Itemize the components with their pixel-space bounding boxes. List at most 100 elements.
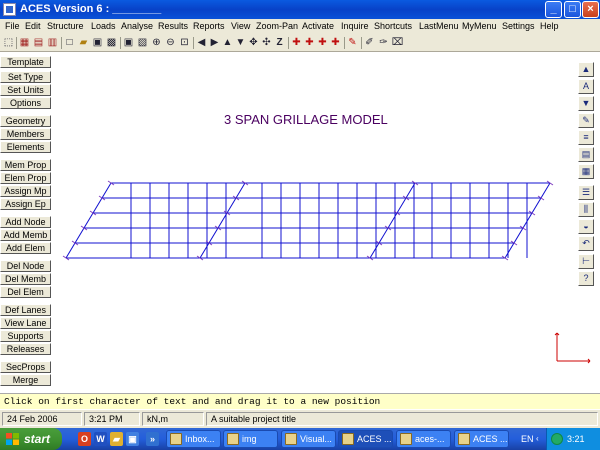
- select-icon[interactable]: ✎: [346, 36, 359, 50]
- task-aces[interactable]: ACES ...: [454, 430, 509, 448]
- del-node-button[interactable]: Del Node: [0, 260, 51, 272]
- help-icon[interactable]: ?: [578, 271, 594, 286]
- desktop-icon[interactable]: ▣: [126, 432, 139, 446]
- del-memb-button[interactable]: Del Memb: [0, 273, 51, 285]
- z-icon[interactable]: Z: [273, 36, 286, 50]
- app-icon[interactable]: [3, 3, 16, 16]
- menu-activate[interactable]: Activate: [302, 21, 334, 31]
- pointer-icon[interactable]: ⬚: [2, 36, 15, 50]
- grid-icon[interactable]: ▥: [46, 36, 59, 50]
- pan-icon[interactable]: ✥: [247, 36, 260, 50]
- menu-settings[interactable]: Settings: [502, 21, 535, 31]
- menu-mymenu[interactable]: MyMenu: [462, 21, 497, 31]
- support-icon[interactable]: ✚: [329, 36, 342, 50]
- task-aces-folder[interactable]: aces-...: [396, 430, 451, 448]
- menu-zoom-pan[interactable]: Zoom-Pan: [256, 21, 298, 31]
- elem-prop-button[interactable]: Elem Prop: [0, 172, 51, 184]
- rotate-icon[interactable]: ✣: [260, 36, 273, 50]
- measure-icon[interactable]: ✐: [363, 36, 376, 50]
- assign-ep-button[interactable]: Assign Ep: [0, 198, 51, 210]
- menu-edit[interactable]: Edit: [25, 21, 41, 31]
- text-edit-icon[interactable]: A: [578, 79, 594, 94]
- table-icon[interactable]: ▦: [578, 164, 594, 179]
- arrow-right-icon[interactable]: ▶: [208, 36, 221, 50]
- mem-prop-button[interactable]: Mem Prop: [0, 159, 51, 171]
- drawing-canvas[interactable]: [52, 52, 576, 393]
- geometry-button[interactable]: Geometry: [0, 115, 51, 127]
- zoom-window-icon[interactable]: ▤: [32, 36, 45, 50]
- text-icon[interactable]: ✑: [377, 36, 390, 50]
- elements-button[interactable]: Elements: [0, 141, 51, 153]
- move-down-icon[interactable]: ▼: [578, 96, 594, 111]
- save-icon[interactable]: ▣: [91, 36, 104, 50]
- zoom-out-icon[interactable]: ⊖: [164, 36, 177, 50]
- members-button[interactable]: Members: [0, 128, 51, 140]
- open-folder-icon[interactable]: ▰: [77, 36, 90, 50]
- pen-icon[interactable]: ✎: [578, 113, 594, 128]
- start-button[interactable]: start: [0, 428, 62, 450]
- beam-icon[interactable]: ☰: [578, 185, 594, 200]
- arrow-down-icon[interactable]: ▼: [234, 36, 247, 50]
- tile-icon[interactable]: ▦: [18, 36, 31, 50]
- menu-results[interactable]: Results: [158, 21, 188, 31]
- undo-icon[interactable]: ↶: [578, 236, 594, 251]
- menu-lastmenu[interactable]: LastMenu: [419, 21, 459, 31]
- add-elem-button[interactable]: Add Elem: [0, 242, 51, 254]
- outlook-icon[interactable]: O: [78, 432, 91, 446]
- column-icon[interactable]: ⫼: [578, 202, 594, 217]
- task-inbox[interactable]: Inbox...: [166, 430, 221, 448]
- menu-analyse[interactable]: Analyse: [121, 21, 153, 31]
- print-icon[interactable]: ▩: [105, 36, 118, 50]
- del-elem-button[interactable]: Del Elem: [0, 286, 51, 298]
- window-icon[interactable]: ▤: [578, 147, 594, 162]
- dimension-icon[interactable]: ⊢: [578, 254, 594, 269]
- menu-file[interactable]: File: [5, 21, 20, 31]
- word-icon[interactable]: W: [94, 432, 107, 446]
- view-icon[interactable]: ▣: [122, 36, 135, 50]
- element-icon[interactable]: ✚: [316, 36, 329, 50]
- template-button[interactable]: Template: [0, 56, 51, 68]
- close-button[interactable]: ×: [582, 1, 599, 18]
- menu-shortcuts[interactable]: Shortcuts: [374, 21, 412, 31]
- menu-loads[interactable]: Loads: [91, 21, 116, 31]
- menu-structure[interactable]: Structure: [47, 21, 84, 31]
- fit-icon[interactable]: ⊡: [178, 36, 191, 50]
- model-title[interactable]: 3 SPAN GRILLAGE MODEL: [224, 112, 388, 127]
- add-node-button[interactable]: Add Node: [0, 216, 51, 228]
- add-memb-button[interactable]: Add Memb: [0, 229, 51, 241]
- erase-icon[interactable]: ⌧: [391, 36, 404, 50]
- show-more-icon[interactable]: »: [146, 432, 159, 446]
- folder-icon[interactable]: ▰: [110, 432, 123, 446]
- new-file-icon[interactable]: □: [63, 36, 76, 50]
- assign-mp-button[interactable]: Assign Mp: [0, 185, 51, 197]
- arrow-left-icon[interactable]: ◀: [195, 36, 208, 50]
- def-lanes-button[interactable]: Def Lanes: [0, 304, 51, 316]
- arrow-up-icon[interactable]: ▲: [578, 62, 594, 77]
- language-indicator[interactable]: EN: [521, 428, 534, 450]
- releases-button[interactable]: Releases: [0, 343, 51, 355]
- redraw-icon[interactable]: ▧: [136, 36, 149, 50]
- chevron-icon[interactable]: ‹: [536, 434, 544, 444]
- member-icon[interactable]: ✚: [303, 36, 316, 50]
- maximize-button[interactable]: □: [564, 1, 581, 18]
- supports-button[interactable]: Supports: [0, 330, 51, 342]
- minimize-button[interactable]: _: [545, 1, 562, 18]
- list-icon[interactable]: ≡: [578, 130, 594, 145]
- menu-help[interactable]: Help: [540, 21, 559, 31]
- tray-icon[interactable]: [551, 433, 563, 445]
- set-type-button[interactable]: Set Type: [0, 71, 51, 83]
- secprops-button[interactable]: SecProps: [0, 361, 51, 373]
- menu-view[interactable]: View: [231, 21, 250, 31]
- merge-button[interactable]: Merge: [0, 374, 51, 386]
- zoom-in-icon[interactable]: ⊕: [150, 36, 163, 50]
- task-aces-active[interactable]: ACES ...: [338, 430, 393, 448]
- arrow-up-icon[interactable]: ▲: [221, 36, 234, 50]
- menu-inquire[interactable]: Inquire: [341, 21, 369, 31]
- set-units-button[interactable]: Set Units: [0, 84, 51, 96]
- node-icon[interactable]: ✚: [290, 36, 303, 50]
- load-icon[interactable]: ◒: [578, 219, 594, 234]
- task-visual[interactable]: Visual...: [281, 430, 336, 448]
- options-button[interactable]: Options: [0, 97, 51, 109]
- view-lane-button[interactable]: View Lane: [0, 317, 51, 329]
- task-img[interactable]: img: [223, 430, 278, 448]
